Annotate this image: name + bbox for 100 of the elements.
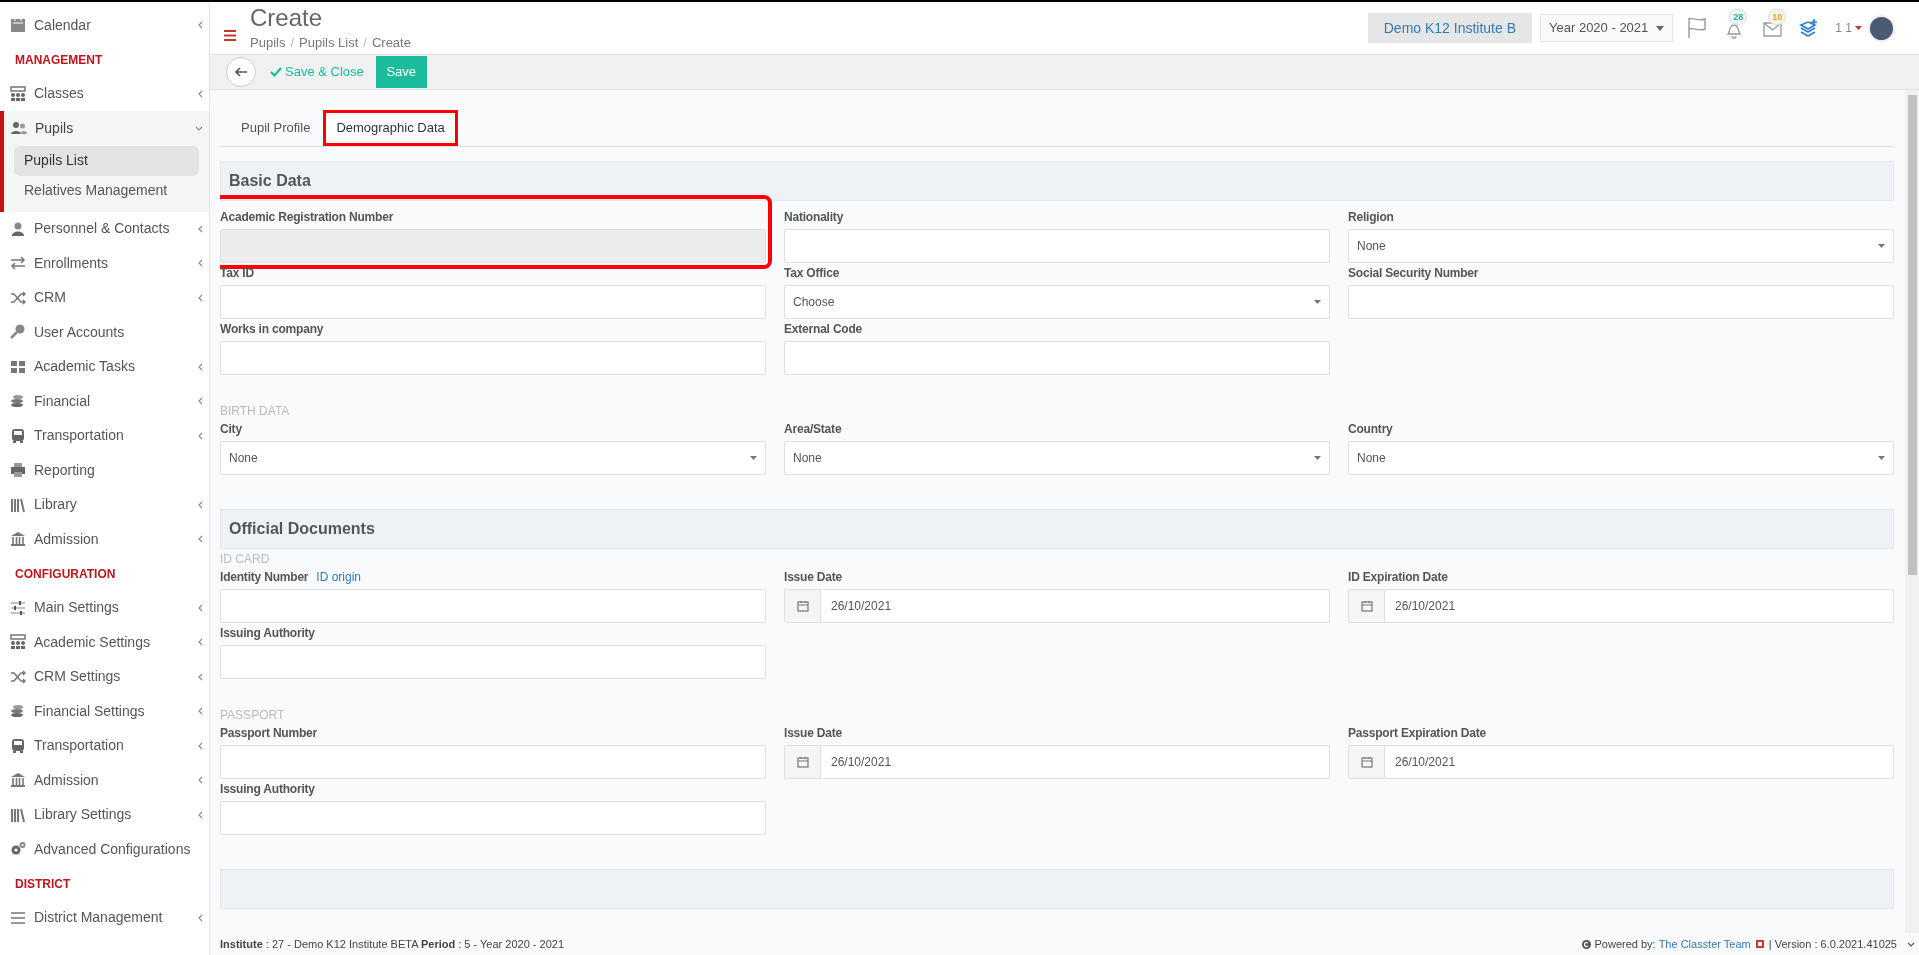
field-label: Religion (1348, 209, 1394, 226)
select-field[interactable]: None (784, 441, 1330, 475)
group-caption: ID CARD (220, 551, 271, 567)
page-title: Create (250, 3, 324, 32)
sidebar-item[interactable]: CRM (0, 280, 209, 315)
menu-icon[interactable] (224, 29, 236, 41)
select-field[interactable]: None (220, 441, 766, 475)
select-field[interactable]: None (1348, 229, 1894, 263)
sidebar-item[interactable]: District Management (0, 900, 209, 935)
field-label: Tax ID (220, 265, 254, 282)
caret-icon (750, 456, 757, 460)
footer-info: Institute : 27 - Demo K12 Institute BETA Period : 5 - Year 2020 - 2021 (220, 936, 565, 952)
input-field[interactable] (220, 341, 766, 375)
date-field[interactable]: 26/10/2021 (784, 589, 1330, 623)
section-heading: DISTRICT (14, 875, 72, 893)
field-label: Issue Date (784, 569, 843, 586)
section-heading: MANAGEMENT (14, 51, 104, 69)
sidebar-item[interactable]: Financial Settings (0, 694, 209, 729)
sidebar-item[interactable]: Transportation (0, 418, 209, 453)
institute-button[interactable]: Demo K12 Institute B (1367, 13, 1533, 43)
input-field[interactable] (220, 645, 766, 679)
select-field[interactable]: None (1348, 441, 1894, 475)
field-label: Issuing Authority (220, 781, 315, 798)
powered-by-text: Powered by: (1594, 936, 1656, 952)
sidebar-item[interactable]: Admission (0, 522, 209, 557)
input-field[interactable] (784, 341, 1330, 375)
sidebar-item[interactable]: Enrollments (0, 246, 209, 281)
sidebar-item[interactable]: Academic Settings (0, 625, 209, 660)
breadcrumb-current: Create (371, 33, 411, 52)
layers-plus-icon[interactable] (1799, 18, 1820, 38)
caret-icon[interactable] (1855, 26, 1862, 30)
scrollbar[interactable] (1905, 90, 1919, 933)
breadcrumb-link[interactable]: Pupils List (299, 32, 359, 53)
tab[interactable]: Pupil Profile (228, 110, 324, 146)
field-label: Issuing Authority (220, 625, 315, 642)
chevron-left-icon (198, 259, 203, 268)
input-field[interactable] (220, 745, 766, 779)
submenu-item[interactable]: Pupils List (14, 145, 199, 176)
people-group-icon (10, 85, 26, 102)
sidebar-item[interactable]: Academic Tasks (0, 349, 209, 384)
envelope-icon[interactable] (1763, 22, 1783, 37)
printer-icon (10, 462, 26, 479)
sidebar-item[interactable]: User Accounts (0, 315, 209, 350)
field-label: Country (1348, 421, 1393, 438)
bank-icon (10, 772, 26, 789)
sidebar-item[interactable]: Financial (0, 384, 209, 419)
sidebar-item[interactable]: Transportation (0, 728, 209, 763)
user-avatar[interactable] (1868, 14, 1895, 42)
copyright-icon (1582, 939, 1592, 949)
date-field[interactable]: 26/10/2021 (784, 745, 1330, 779)
calendar-icon[interactable] (1360, 600, 1373, 612)
sidebar-item[interactable]: Library Settings (0, 797, 209, 832)
select-field[interactable]: Choose (784, 285, 1330, 319)
sidebar-item[interactable]: Main Settings (0, 590, 209, 625)
input-field[interactable] (1348, 285, 1894, 319)
section-header: Basic Data (220, 161, 1894, 201)
sidebar-item[interactable]: Admission (0, 763, 209, 798)
user-name[interactable]: 1 1 (1835, 19, 1852, 37)
check-icon (270, 67, 282, 77)
flag-icon[interactable] (1687, 17, 1708, 39)
breadcrumb-link[interactable]: Pupils (250, 32, 286, 53)
chevron-down-icon (195, 125, 203, 131)
team-link[interactable]: The Classter Team (1658, 935, 1751, 953)
caret-icon (1656, 25, 1665, 31)
input-field[interactable] (784, 229, 1330, 263)
calendar-icon[interactable] (1360, 756, 1373, 768)
link[interactable]: ID origin (316, 568, 362, 586)
field-label: Area/State (784, 421, 842, 438)
shuffle-icon (10, 289, 26, 306)
chevron-left-icon (198, 431, 203, 440)
caret-icon (1878, 456, 1885, 460)
back-button[interactable] (226, 57, 256, 87)
date-field[interactable]: 26/10/2021 (1348, 589, 1894, 623)
chevron-down-icon[interactable] (1907, 941, 1915, 947)
calendar-icon[interactable] (796, 756, 809, 768)
input-field[interactable] (220, 285, 766, 319)
users-icon (11, 120, 27, 137)
calendar-icon[interactable] (796, 600, 809, 612)
coin-stack-icon (10, 703, 26, 720)
sidebar-item[interactable]: CRM Settings (0, 659, 209, 694)
swap-arrows-icon (10, 255, 26, 272)
chevron-left-icon (198, 776, 203, 785)
chevron-left-icon (198, 500, 203, 509)
date-field[interactable]: 26/10/2021 (1348, 745, 1894, 779)
tab[interactable]: Demographic Data (323, 110, 458, 146)
sidebar-item[interactable]: Calendar (0, 8, 209, 43)
sidebar-item[interactable]: Library (0, 487, 209, 522)
sidebar-item[interactable]: Classes (0, 76, 209, 111)
submenu-item[interactable]: Relatives Management (14, 175, 199, 206)
notification-count: 28 (1729, 9, 1748, 25)
year-select[interactable]: Year 2020 - 2021 (1540, 14, 1674, 42)
sidebar-item[interactable]: Reporting (0, 453, 209, 488)
input-field[interactable] (220, 801, 766, 835)
input-field[interactable] (220, 589, 766, 623)
sidebar-item[interactable]: Personnel & Contacts (0, 211, 209, 246)
group-caption: BIRTH DATA (220, 403, 291, 419)
chevron-left-icon (198, 89, 203, 98)
sidebar-item[interactable]: Advanced Configurations (0, 832, 209, 867)
sidebar-item[interactable]: Pupils (4, 111, 209, 146)
field-label: Nationality (784, 209, 844, 226)
